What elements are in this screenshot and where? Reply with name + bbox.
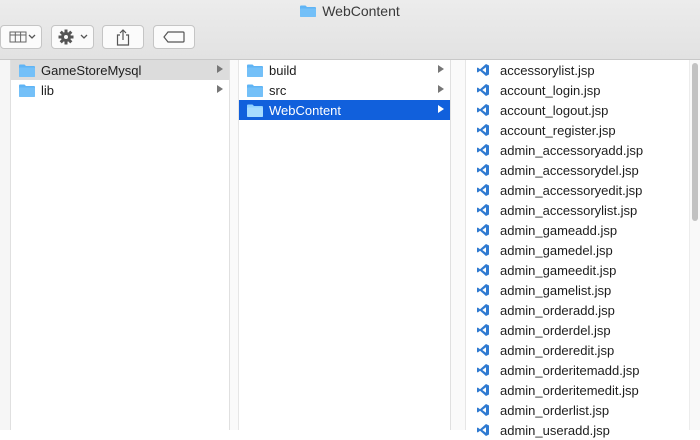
- file-item[interactable]: admin_orderlist.jsp: [466, 400, 689, 420]
- vscode-file-icon: [477, 84, 489, 96]
- file-item[interactable]: admin_orderedit.jsp: [466, 340, 689, 360]
- file-item[interactable]: admin_accessoryadd.jsp: [466, 140, 689, 160]
- file-item[interactable]: admin_gamedel.jsp: [466, 240, 689, 260]
- folder-icon: [300, 5, 317, 17]
- window-title: WebContent: [0, 3, 700, 19]
- vscode-file-icon: [477, 144, 489, 156]
- list-item-lib[interactable]: lib: [11, 80, 229, 100]
- file-item-label: account_logout.jsp: [500, 102, 609, 118]
- list-item-build[interactable]: build: [239, 60, 450, 80]
- column-files[interactable]: accessorylist.jsp account_login.jspaccoun…: [465, 60, 689, 438]
- vscode-file-icon: [477, 104, 489, 116]
- file-item-label: admin_gamedel.jsp: [500, 242, 613, 258]
- file-item-label: admin_gameadd.jsp: [500, 222, 618, 238]
- file-item[interactable]: admin_orderitemedit.jsp: [466, 380, 689, 400]
- file-item-label: admin_accessoryedit.jsp: [500, 182, 643, 198]
- file-item[interactable]: admin_accessoryedit.jsp: [466, 180, 689, 200]
- file-item-label: admin_accessoryadd.jsp: [500, 142, 644, 158]
- column-project[interactable]: GameStoreMysql lib: [11, 60, 230, 430]
- vscode-file-icon: [477, 184, 489, 196]
- share-icon: [116, 28, 130, 46]
- vscode-file-icon: [477, 64, 489, 76]
- vertical-scrollbar[interactable]: [689, 60, 700, 430]
- folder-icon: [19, 64, 35, 77]
- vscode-file-icon: [477, 164, 489, 176]
- file-item-label: admin_orderitemadd.jsp: [500, 362, 640, 378]
- file-item[interactable]: admin_gamelist.jsp: [466, 280, 689, 300]
- column-folders[interactable]: build src WebContent: [238, 60, 451, 430]
- vscode-file-icon: [477, 384, 489, 396]
- file-item[interactable]: admin_accessorylist.jsp: [466, 200, 689, 220]
- disclosure-arrow-icon: [217, 85, 223, 93]
- disclosure-arrow-icon: [438, 65, 444, 73]
- file-item-label: admin_gamelist.jsp: [500, 282, 612, 298]
- file-item-label: admin_orderlist.jsp: [500, 402, 610, 418]
- vscode-file-icon: [477, 124, 489, 136]
- file-item[interactable]: admin_useradd.jsp: [466, 420, 689, 440]
- folder-icon: [247, 104, 263, 117]
- file-item[interactable]: admin_accessorydel.jsp: [466, 160, 689, 180]
- file-item-label: admin_orderedit.jsp: [500, 342, 615, 358]
- vscode-file-icon: [477, 424, 489, 436]
- file-item[interactable]: admin_orderitemadd.jsp: [466, 360, 689, 380]
- finder-toolbar: WebContent: [0, 0, 700, 60]
- vscode-file-icon: [477, 344, 489, 356]
- share-button[interactable]: [102, 25, 144, 49]
- file-item[interactable]: admin_gameedit.jsp: [466, 260, 689, 280]
- column-divider[interactable]: [230, 60, 238, 430]
- file-item[interactable]: admin_gameadd.jsp: [466, 220, 689, 240]
- list-item-label: GameStoreMysql: [41, 62, 142, 78]
- file-item-label: admin_orderdel.jsp: [500, 322, 611, 338]
- folder-icon: [247, 64, 263, 77]
- vscode-file-icon: [477, 264, 489, 276]
- window-title-text: WebContent: [322, 3, 400, 19]
- list-item-label: lib: [41, 82, 55, 98]
- action-menu-button[interactable]: [51, 25, 94, 49]
- file-item-label: admin_orderitemedit.jsp: [500, 382, 639, 398]
- file-item[interactable]: admin_orderadd.jsp: [466, 300, 689, 320]
- file-item-label: admin_gameedit.jsp: [500, 262, 617, 278]
- list-item-gamestoremysql[interactable]: GameStoreMysql: [11, 60, 229, 80]
- file-item-label: admin_useradd.jsp: [500, 422, 610, 438]
- disclosure-arrow-icon: [438, 85, 444, 93]
- disclosure-arrow-icon: [438, 105, 444, 113]
- vscode-file-icon: [477, 304, 489, 316]
- file-item-label: admin_accessorydel.jsp: [500, 162, 639, 178]
- file-item-label: admin_orderadd.jsp: [500, 302, 615, 318]
- list-item-label: WebContent: [269, 102, 342, 118]
- vscode-file-icon: [477, 204, 489, 216]
- file-item-label: account_register.jsp: [500, 122, 616, 138]
- column-divider[interactable]: [451, 60, 465, 430]
- folder-icon: [247, 84, 263, 97]
- list-item-webcontent[interactable]: WebContent: [239, 100, 450, 120]
- file-item-label: admin_accessorylist.jsp: [500, 202, 638, 218]
- vscode-file-icon: [477, 284, 489, 296]
- gear-icon: [58, 29, 87, 45]
- list-item-label: build: [269, 62, 297, 78]
- scrollbar-thumb[interactable]: [692, 63, 698, 221]
- file-item[interactable]: accessorylist.jsp: [466, 60, 689, 80]
- column-parent[interactable]: [0, 60, 11, 430]
- file-item[interactable]: account_logout.jsp: [466, 100, 689, 120]
- tag-icon: [163, 31, 185, 43]
- vscode-file-icon: [477, 404, 489, 416]
- vscode-file-icon: [477, 244, 489, 256]
- file-item-label: account_login.jsp: [500, 82, 601, 98]
- file-item[interactable]: admin_orderdel.jsp: [466, 320, 689, 340]
- tag-button[interactable]: [153, 25, 195, 49]
- file-item[interactable]: account_register.jsp: [466, 120, 689, 140]
- folder-icon: [19, 84, 35, 97]
- vscode-file-icon: [477, 224, 489, 236]
- disclosure-arrow-icon: [217, 65, 223, 73]
- vscode-file-icon: [477, 324, 489, 336]
- file-item[interactable]: account_login.jsp: [466, 80, 689, 100]
- list-item-src[interactable]: src: [239, 80, 450, 100]
- column-view-icon: [9, 31, 36, 43]
- vscode-file-icon: [477, 364, 489, 376]
- list-item-label: src: [269, 82, 287, 98]
- file-item-label: accessorylist.jsp: [500, 62, 595, 78]
- view-options-button[interactable]: [0, 25, 42, 49]
